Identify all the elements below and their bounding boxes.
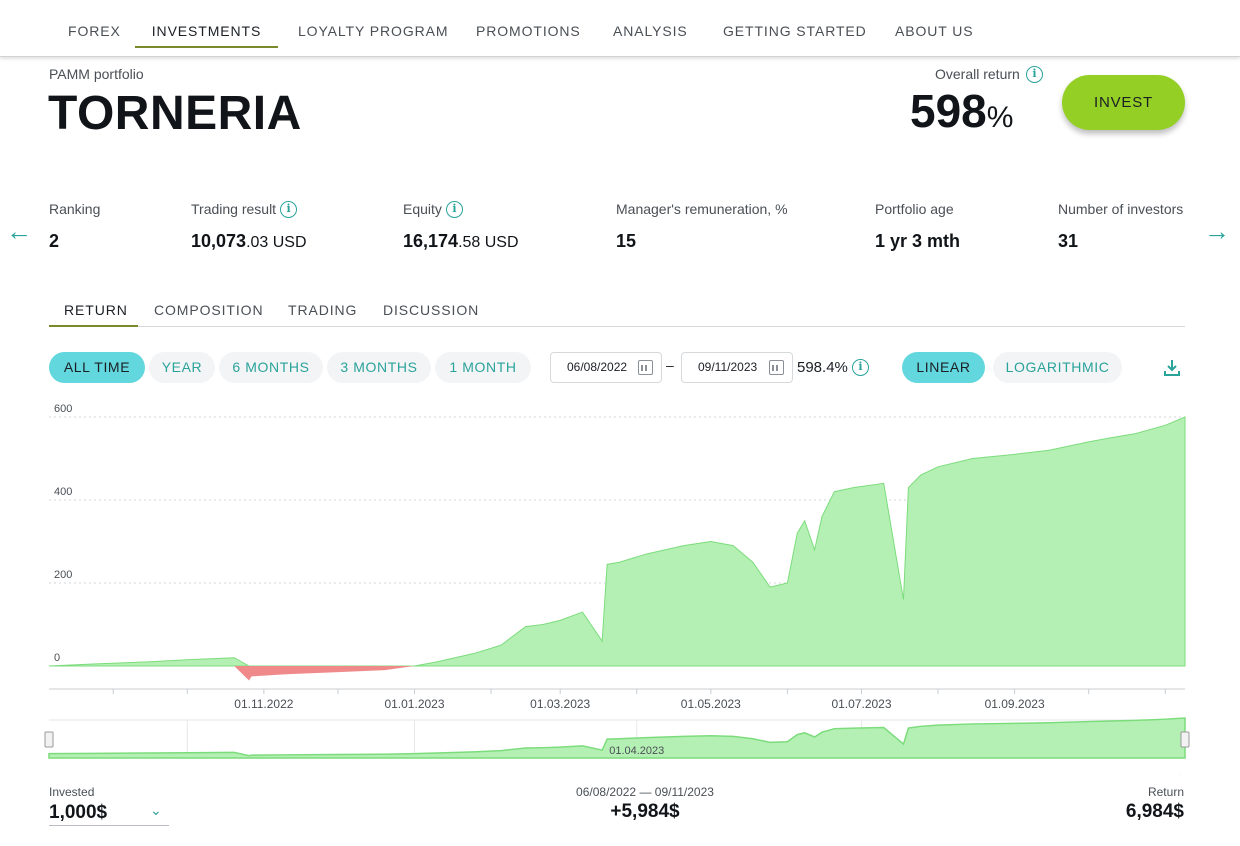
x-tick-label: 01.01.2023	[384, 697, 444, 711]
stat-value-decimal: .03 USD	[246, 234, 307, 251]
x-tick-label: 01.03.2023	[530, 697, 590, 711]
scale-logarithmic-button[interactable]: LOGARITHMIC	[993, 352, 1122, 383]
tab-composition[interactable]: COMPOSITION	[154, 302, 263, 318]
x-tick-label: 01.11.2022	[234, 697, 293, 711]
stat-value-text: 10,073	[191, 231, 247, 251]
stat-label-text: Portfolio age	[875, 201, 954, 217]
x-tick-label: 01.09.2023	[985, 697, 1045, 711]
invested-value[interactable]: 1,000$	[49, 802, 107, 824]
stat-label-trading-result: Trading result i	[191, 200, 298, 218]
stat-value-text: 31	[1058, 231, 1079, 251]
stat-label-ranking: Ranking	[49, 201, 100, 217]
date-range-dash: –	[666, 357, 674, 373]
footer-date-range: 06/08/2022 — 09/11/2023	[576, 785, 714, 799]
top-nav: FOREX INVESTMENTS LOYALTY PROGRAM PROMOT…	[0, 0, 1240, 57]
nav-item-analysis[interactable]: ANALYSIS	[613, 0, 688, 48]
negative-return-area	[49, 666, 1185, 681]
tabs-divider	[49, 326, 1185, 327]
chart-x-axis: 01.11.2022 01.01.2023 01.03.2023 01.05.2023…	[49, 688, 1185, 711]
chevron-down-icon[interactable]: ⌄	[150, 802, 162, 819]
calendar-icon[interactable]	[769, 360, 784, 375]
stat-label-text: Number of investors	[1058, 201, 1184, 217]
info-icon[interactable]: i	[1026, 66, 1043, 83]
active-tab-indicator	[49, 325, 138, 327]
nav-item-investments[interactable]: INVESTMENTS	[135, 0, 278, 48]
stat-label-remuneration: Manager's remuneration, %	[616, 201, 788, 217]
stat-label-text: Ranking	[49, 201, 101, 217]
download-icon[interactable]	[1162, 358, 1182, 378]
info-icon[interactable]: i	[445, 200, 463, 218]
arrow-left-icon[interactable]: ←	[6, 216, 32, 247]
stat-value-investors: 31	[1058, 231, 1078, 252]
invested-label: Invested	[49, 785, 95, 799]
tab-discussion[interactable]: DISCUSSION	[383, 302, 479, 318]
period-all-time-button[interactable]: ALL TIME	[49, 352, 145, 383]
x-tick-label: 01.05.2023	[681, 697, 741, 711]
nav-item-getting-started[interactable]: GETTING STARTED	[723, 0, 867, 48]
stat-label-investors: Number of investors	[1058, 201, 1183, 217]
return-label: Return	[1147, 785, 1184, 799]
stat-label-text: Equity	[403, 201, 442, 217]
y-tick-label: 200	[54, 569, 72, 581]
date-from-value: 06/08/2022	[567, 360, 628, 374]
range-return-value: 598.4%	[797, 359, 848, 376]
stat-value-text: 15	[616, 231, 637, 251]
footer-profit: +5,984$	[610, 801, 680, 822]
positive-return-area	[48, 416, 1186, 667]
period-1-month-button[interactable]: 1 MONTH	[435, 352, 531, 383]
nav-item-forex[interactable]: FOREX	[68, 0, 121, 48]
tab-return[interactable]: RETURN	[64, 302, 128, 318]
nav-item-promotions[interactable]: PROMOTIONS	[476, 0, 581, 48]
date-from-input[interactable]: 06/08/2022	[550, 352, 662, 383]
y-tick-label: 0	[54, 652, 60, 664]
return-chart: 0 200 400 600 01.11.2022 01.01.2023 01.03.202…	[44, 403, 1190, 775]
navigator-date-label: 01.04.2023	[609, 745, 664, 757]
nav-item-loyalty-program[interactable]: LOYALTY PROGRAM	[298, 0, 448, 48]
stat-value-decimal: .58 USD	[458, 234, 519, 251]
stat-value-remuneration: 15	[616, 231, 636, 252]
page-title: TORNERIA	[48, 87, 302, 140]
stat-value-ranking: 2	[49, 231, 59, 252]
period-year-button[interactable]: YEAR	[149, 352, 215, 383]
overall-return-value: 598%	[910, 84, 1013, 138]
stat-value-text: 1 yr 3 mth	[875, 231, 961, 251]
chart-area	[48, 416, 1186, 681]
y-tick-label: 600	[54, 403, 72, 415]
nav-item-about-us[interactable]: ABOUT US	[895, 0, 974, 48]
info-icon[interactable]: i	[280, 200, 298, 218]
stat-value-equity: 16,174.58 USD	[403, 231, 519, 252]
overall-return-unit: %	[986, 101, 1014, 134]
stat-value-portfolio-age: 1 yr 3 mth	[875, 231, 960, 252]
stat-label-text: Manager's remuneration, %	[616, 201, 788, 217]
overall-return-label: Overall return	[935, 66, 1020, 82]
period-6-months-button[interactable]: 6 MONTHS	[219, 352, 323, 383]
info-icon[interactable]: i	[852, 359, 869, 376]
navigator-handle[interactable]	[44, 731, 54, 748]
stat-label-equity: Equity i	[403, 200, 463, 218]
portfolio-type-label: PAMM portfolio	[49, 66, 144, 82]
x-tick-label: 01.07.2023	[831, 697, 891, 711]
period-3-months-button[interactable]: 3 MONTHS	[327, 352, 431, 383]
date-to-value: 09/11/2023	[698, 360, 758, 374]
scale-linear-button[interactable]: LINEAR	[902, 352, 985, 383]
calendar-icon[interactable]	[638, 360, 653, 375]
return-value: 6,984$	[1125, 801, 1184, 822]
stat-label-text: Trading result	[191, 201, 277, 217]
stat-value-text: 2	[49, 231, 60, 251]
overall-return-number: 598	[910, 85, 987, 137]
arrow-right-icon[interactable]: →	[1204, 216, 1230, 247]
chart-navigator[interactable]: 01.04.2023	[44, 717, 1190, 775]
invest-button[interactable]: INVEST	[1062, 75, 1185, 130]
y-tick-label: 400	[54, 486, 72, 498]
navigator-handle[interactable]	[1180, 731, 1190, 748]
stat-label-portfolio-age: Portfolio age	[875, 201, 954, 217]
invested-underline	[49, 825, 169, 826]
tab-trading[interactable]: TRADING	[288, 302, 357, 318]
stat-value-trading-result: 10,073.03 USD	[191, 231, 307, 252]
stat-value-text: 16,174	[403, 231, 459, 251]
date-to-input[interactable]: 09/11/2023	[681, 352, 793, 383]
